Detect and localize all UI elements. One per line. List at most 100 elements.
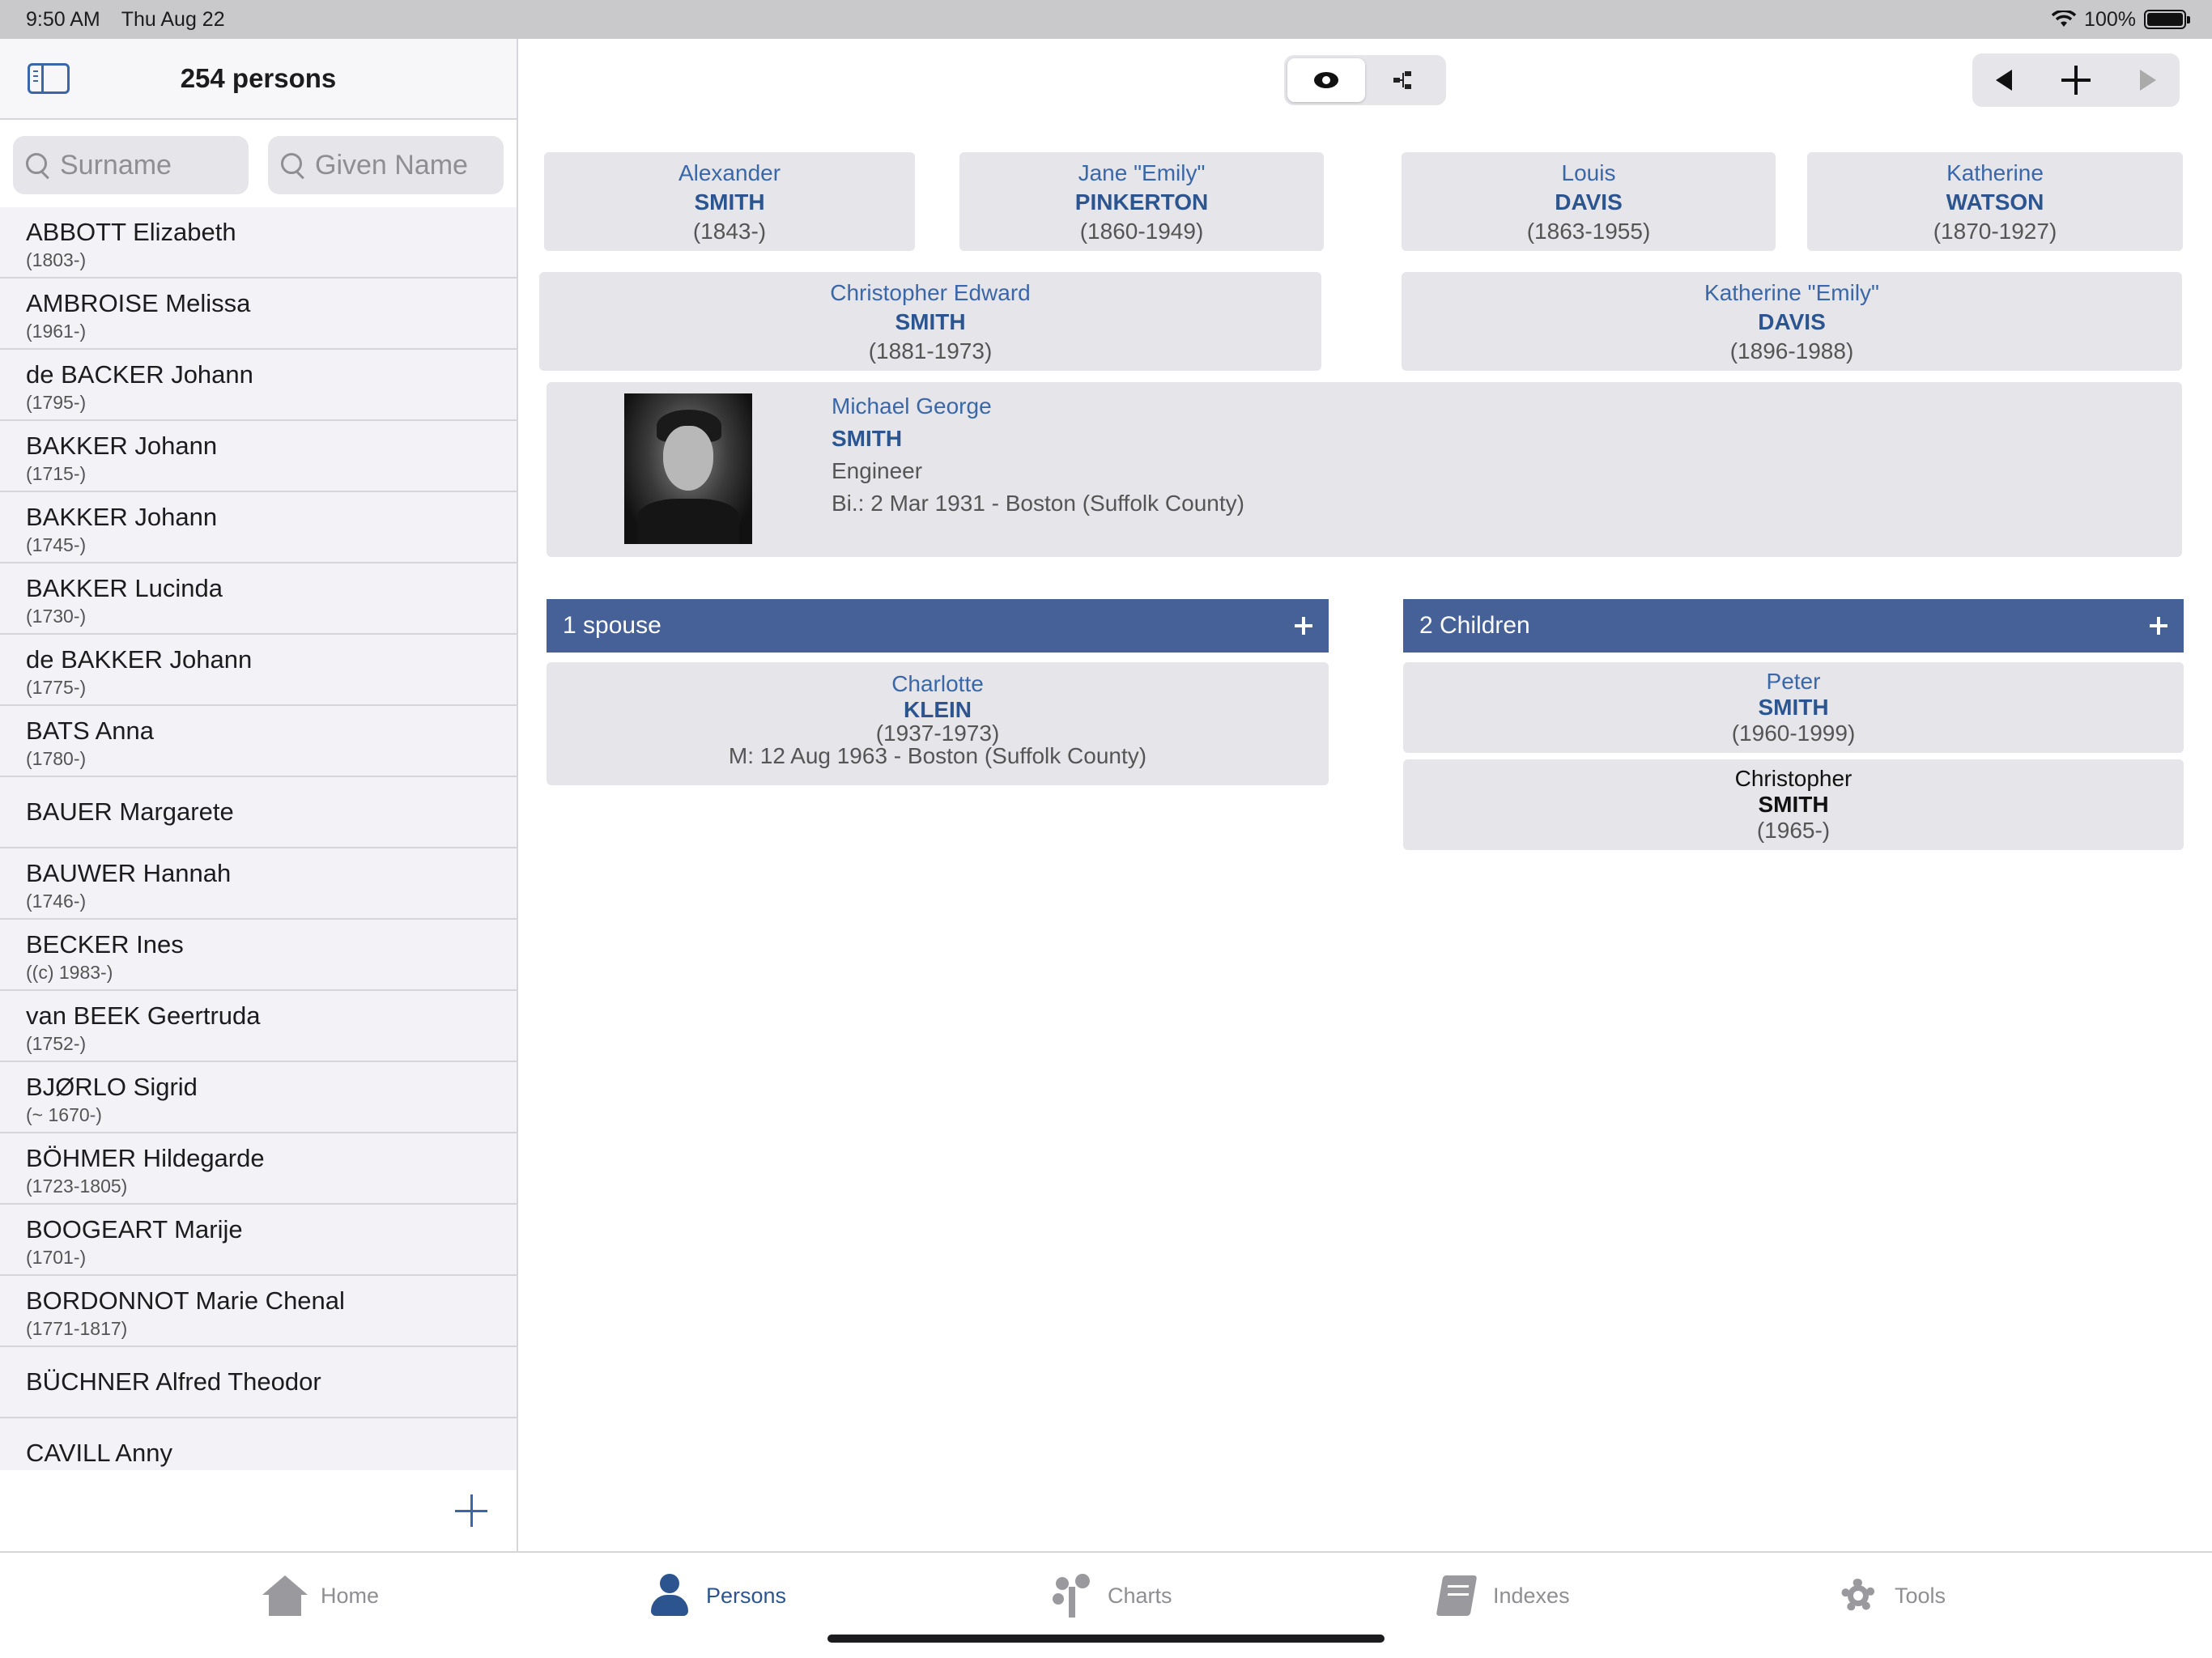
person-list-item[interactable]: de BACKER Johann (1795-)	[0, 350, 517, 421]
person-dates: (1715-)	[26, 463, 87, 484]
surname: DAVIS	[1758, 309, 1826, 334]
add-spouse-button[interactable]	[1295, 617, 1312, 635]
grandparent-card[interactable]: Jane "Emily" PINKERTON (1860-1949)	[959, 152, 1324, 251]
focus-person-card[interactable]: Michael George SMITH Engineer Bi.: 2 Mar…	[547, 382, 2182, 557]
given-name: Peter	[1766, 669, 1821, 694]
person-name: de BACKER Johann	[26, 360, 253, 389]
view-mode-tree[interactable]	[1365, 58, 1443, 102]
surname: PINKERTON	[1074, 189, 1209, 215]
life-dates: (1881-1973)	[868, 338, 993, 363]
status-bar: 9:50 AM Thu Aug 22 100%	[0, 0, 2212, 39]
children-section-header: 2 Children	[1403, 599, 2184, 653]
person-list-item[interactable]: BAKKER Johann (1715-)	[0, 421, 517, 492]
spouse-section-header: 1 spouse	[547, 599, 1329, 653]
occupation: Engineer	[832, 458, 923, 483]
person-name: BAKKER Johann	[26, 503, 218, 531]
search-icon	[281, 153, 305, 177]
battery-icon	[2144, 10, 2190, 29]
person-photo[interactable]	[624, 393, 752, 544]
tab-label: Persons	[706, 1583, 787, 1608]
child-card[interactable]: Christopher SMITH (1965-)	[1403, 759, 2184, 850]
add-person-button[interactable]	[455, 1494, 487, 1527]
person-name: BOOGEART Marije	[26, 1215, 243, 1244]
person-list-item[interactable]: de BAKKER Johann (1775-)	[0, 635, 517, 706]
search-row: Surname Given Name	[0, 120, 517, 207]
tab-tools[interactable]: Tools	[1836, 1574, 1946, 1618]
child-card[interactable]: Peter SMITH (1960-1999)	[1403, 662, 2184, 753]
person-list-item[interactable]: BAUWER Hannah (1746-)	[0, 848, 517, 920]
tab-label: Home	[321, 1583, 380, 1608]
person-dates: (1730-)	[26, 606, 87, 627]
person-list-item[interactable]: BÖHMER Hildegarde (1723-1805)	[0, 1133, 517, 1205]
view-mode-details[interactable]	[1287, 58, 1365, 102]
person-dates: (~ 1670-)	[26, 1104, 102, 1125]
person-list-item[interactable]: BOOGEART Marije (1701-)	[0, 1205, 517, 1276]
person-family-view: Alexander SMITH (1843-) Jane "Emily" PIN…	[520, 39, 2212, 1551]
surname-search-input[interactable]: Surname	[13, 136, 249, 194]
given-name: Alexander	[678, 160, 781, 185]
children-count-label: 2 Children	[1419, 612, 1530, 639]
wifi-icon	[2052, 11, 2077, 27]
grandparent-card[interactable]: Louis DAVIS (1863-1955)	[1402, 152, 1776, 251]
tab-persons[interactable]: Persons	[648, 1574, 786, 1618]
center-move-icon[interactable]	[2058, 62, 2094, 98]
status-time: 9:50 AM	[26, 7, 100, 31]
tab-charts[interactable]: Charts	[1049, 1574, 1172, 1618]
tab-label: Charts	[1108, 1583, 1172, 1608]
person-list-item[interactable]: van BEEK Geertruda (1752-)	[0, 991, 517, 1062]
back-arrow-icon[interactable]	[1995, 70, 2012, 91]
person-dates: (1723-1805)	[26, 1175, 128, 1197]
tab-home[interactable]: Home	[262, 1574, 379, 1618]
sidebar-toggle-icon[interactable]	[28, 63, 70, 94]
life-dates: (1960-1999)	[1731, 721, 1856, 746]
person-name: BÜCHNER Alfred Theodor	[26, 1367, 321, 1396]
person-list-item[interactable]: ABBOTT Elizabeth (1803-)	[0, 207, 517, 278]
given-name-placeholder: Given Name	[315, 149, 468, 181]
person-list-item[interactable]: AMBROISE Melissa (1961-)	[0, 278, 517, 350]
surname: SMITH	[1758, 792, 1829, 817]
eye-icon	[1314, 72, 1338, 88]
tree-chart-icon	[1049, 1574, 1093, 1618]
tab-label: Indexes	[1493, 1583, 1570, 1608]
person-name: de BAKKER Johann	[26, 645, 253, 674]
surname: SMITH	[1758, 695, 1829, 720]
forward-arrow-icon[interactable]	[2140, 70, 2157, 91]
add-child-button[interactable]	[2150, 617, 2167, 635]
surname-placeholder: Surname	[60, 149, 172, 181]
persons-sidebar: 254 persons Surname Given Name ABBOTT El…	[0, 39, 518, 1551]
person-list-item[interactable]: BATS Anna (1780-)	[0, 706, 517, 777]
given-name: Christopher Edward	[830, 280, 1031, 305]
given-name-search-input[interactable]: Given Name	[268, 136, 504, 194]
person-name: BÖHMER Hildegarde	[26, 1144, 265, 1172]
life-dates: (1965-)	[1756, 818, 1831, 843]
mother-card[interactable]: Katherine "Emily" DAVIS (1896-1988)	[1402, 272, 2182, 371]
life-dates: (1863-1955)	[1526, 219, 1651, 244]
grandparent-card[interactable]: Katherine WATSON (1870-1927)	[1807, 152, 2183, 251]
tab-indexes[interactable]: Indexes	[1435, 1574, 1570, 1618]
grandparent-card[interactable]: Alexander SMITH (1843-)	[544, 152, 915, 251]
person-dates: (1701-)	[26, 1247, 87, 1268]
person-name: BECKER Ines	[26, 930, 184, 959]
person-list-item[interactable]: BÜCHNER Alfred Theodor	[0, 1347, 517, 1418]
father-card[interactable]: Christopher Edward SMITH (1881-1973)	[539, 272, 1321, 371]
person-name: BJØRLO Sigrid	[26, 1073, 198, 1101]
person-dates: (1775-)	[26, 677, 87, 698]
person-dates: (1961-)	[26, 321, 87, 342]
person-list-item[interactable]: BAKKER Johann (1745-)	[0, 492, 517, 563]
gear-icon	[1836, 1574, 1880, 1618]
person-list-item[interactable]: BAKKER Lucinda (1730-)	[0, 563, 517, 635]
given-name: Christopher	[1734, 766, 1853, 791]
life-dates: (1860-1949)	[1079, 219, 1204, 244]
tree-icon	[1393, 70, 1414, 91]
focus-person-info: Michael George SMITH Engineer Bi.: 2 Mar…	[832, 390, 1244, 520]
person-list-item[interactable]: BJØRLO Sigrid (~ 1670-)	[0, 1062, 517, 1133]
person-list-item[interactable]: BECKER Ines ((c) 1983-)	[0, 920, 517, 991]
battery-percent: 100%	[2084, 7, 2136, 31]
spouse-card[interactable]: Charlotte KLEIN (1937-1973) M: 12 Aug 19…	[547, 662, 1329, 785]
given-name: Jane "Emily"	[1078, 160, 1206, 185]
life-dates: (1870-1927)	[1933, 219, 2057, 244]
person-list-item[interactable]: BORDONNOT Marie Chenal (1771-1817)	[0, 1276, 517, 1347]
person-list-item[interactable]: BAUER Margarete	[0, 777, 517, 848]
surname: SMITH	[895, 309, 966, 334]
given-name: Louis	[1561, 160, 1616, 185]
